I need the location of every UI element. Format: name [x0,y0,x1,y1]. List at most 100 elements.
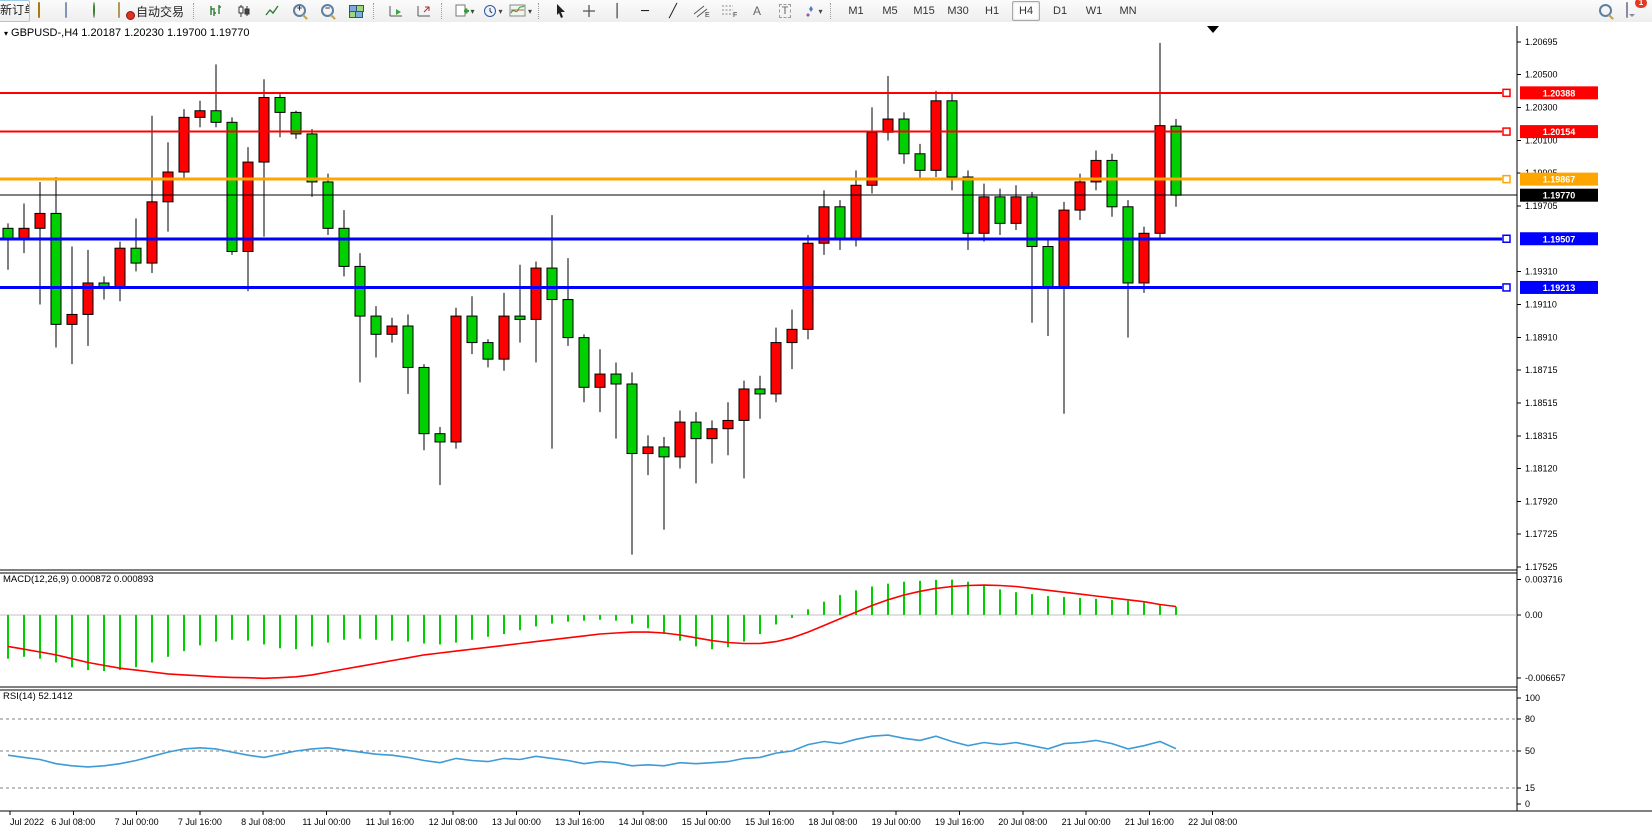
timeframe-button-m15[interactable]: M15 [910,1,938,21]
price-axis[interactable]: 1.206951.205001.203001.201001.199051.197… [1517,37,1558,572]
time-tick-label: 7 Jul 16:00 [178,817,222,827]
candle-body [627,384,637,454]
candle-body [595,374,605,387]
candle-body [307,134,317,182]
period-clock-button[interactable]: ▾ [478,0,506,22]
timeframe-button-m5[interactable]: M5 [876,1,904,21]
timeframe-button-m30[interactable]: M30 [944,1,972,21]
price-tick-label: 1.20300 [1525,102,1558,112]
timeframe-button-m1[interactable]: M1 [842,1,870,21]
auto-scroll-button[interactable] [382,0,410,22]
crosshair-tool-button[interactable] [575,0,603,22]
candle-body [771,343,781,394]
candle-body [323,182,333,228]
candle-body [1075,182,1085,210]
price-badge-label: 1.19213 [1543,283,1576,293]
new-chart-dropdown-icon[interactable]: ▾ [471,7,475,16]
vertical-line-tool-button[interactable]: │ [603,0,631,22]
text-box-tool-button[interactable]: T [771,0,799,22]
shapes-tool-button[interactable]: ▾ [799,0,827,22]
time-tick-label: 19 Jul 00:00 [872,817,921,827]
candles-layer [3,43,1181,555]
toolbar-separator [538,3,544,19]
candle-body [483,343,493,360]
candle-body [707,429,717,439]
shapes-dropdown-icon[interactable]: ▾ [819,7,823,16]
price-tick-label: 1.19110 [1525,300,1557,310]
line-end-marker[interactable] [1503,176,1510,183]
candle-body [979,197,989,233]
new-order-button[interactable]: 新订单 [0,0,30,22]
toolbar-separator [441,3,447,19]
candle-body [755,389,765,394]
candle-body [867,132,877,185]
line-end-marker[interactable] [1503,284,1510,291]
candle-body [851,185,861,240]
timeframe-button-mn[interactable]: MN [1114,1,1142,21]
new-order-label: 新订单 [0,3,30,17]
chart-window: ▾GBPUSD-,H4 1.20187 1.20230 1.19700 1.19… [0,22,1652,831]
bar-chart-button[interactable] [202,0,230,22]
broadcast-icon[interactable] [86,0,114,22]
timeframe-button-h4[interactable]: H4 [1012,1,1040,21]
line-end-marker[interactable] [1503,128,1510,135]
zoom-out-button[interactable]: − [314,0,342,22]
symbol-ohlc-header: ▾GBPUSD-,H4 1.20187 1.20230 1.19700 1.19… [4,27,250,39]
auto-trading-button[interactable]: 自动交易 [114,0,190,22]
cursor-tool-button[interactable] [547,0,575,22]
depth-of-market-icon[interactable] [58,0,86,22]
price-chart-canvas[interactable]: 1.206951.205001.203001.201001.199051.197… [0,22,1652,831]
candle-body [259,97,269,162]
trendline-tool-button[interactable]: ╱ [659,0,687,22]
zoom-in-button[interactable]: + [286,0,314,22]
price-tick-label: 1.17725 [1525,529,1558,539]
search-icon[interactable] [1598,3,1614,19]
seal-icon[interactable] [30,0,58,22]
candle-body [179,117,189,172]
symbol-dropdown-icon[interactable]: ▾ [4,29,8,38]
chat-notification-icon[interactable]: 1 [1626,3,1642,19]
fibonacci-tool-button[interactable]: F [715,0,743,22]
candle-body [163,172,173,202]
chart-shift-button[interactable] [410,0,438,22]
horizontal-line-tool-button[interactable]: ─ [631,0,659,22]
time-tick-label: 22 Jul 08:00 [1188,817,1237,827]
indicators-button[interactable]: ▾ [506,0,535,22]
time-tick-label: 11 Jul 00:00 [302,817,350,827]
tile-windows-button[interactable] [342,0,370,22]
svg-text:E: E [705,12,710,19]
rsi-tick-label: 0 [1525,799,1530,809]
candle-body [339,228,349,266]
line-end-marker[interactable] [1503,89,1510,96]
macd-tick-label: 0.00 [1525,610,1543,620]
candle-body [67,314,77,324]
candle-body [115,248,125,288]
candlestick-chart-button[interactable] [230,0,258,22]
timeframe-button-h1[interactable]: H1 [978,1,1006,21]
candle-body [995,197,1005,223]
pane-borders [0,26,1652,811]
text-label-tool-button[interactable]: A [743,0,771,22]
timeframe-button-d1[interactable]: D1 [1046,1,1074,21]
candle-body [403,326,413,367]
candle-body [275,97,285,112]
candle-body [963,177,973,233]
line-end-marker[interactable] [1503,235,1510,242]
time-tick-label: 13 Jul 16:00 [555,817,604,827]
new-chart-button[interactable]: ▾ [450,0,478,22]
period-dropdown-icon[interactable]: ▾ [499,7,503,16]
candle-body [915,154,925,171]
time-tick-label: 6 Jul 08:00 [51,817,95,827]
time-tick-label: Jul 2022 [10,817,44,827]
line-chart-button[interactable] [258,0,286,22]
time-tick-label: 19 Jul 16:00 [935,817,984,827]
time-axis[interactable]: Jul 20226 Jul 08:007 Jul 00:007 Jul 16:0… [10,811,1237,827]
indicators-dropdown-icon[interactable]: ▾ [528,7,532,16]
price-tick-label: 1.17920 [1525,497,1558,507]
toolbar-separator [830,3,836,19]
candle-body [1011,197,1021,223]
candle-body [227,122,237,251]
channel-tool-button[interactable]: E [687,0,715,22]
candle-body [35,213,45,228]
timeframe-button-w1[interactable]: W1 [1080,1,1108,21]
